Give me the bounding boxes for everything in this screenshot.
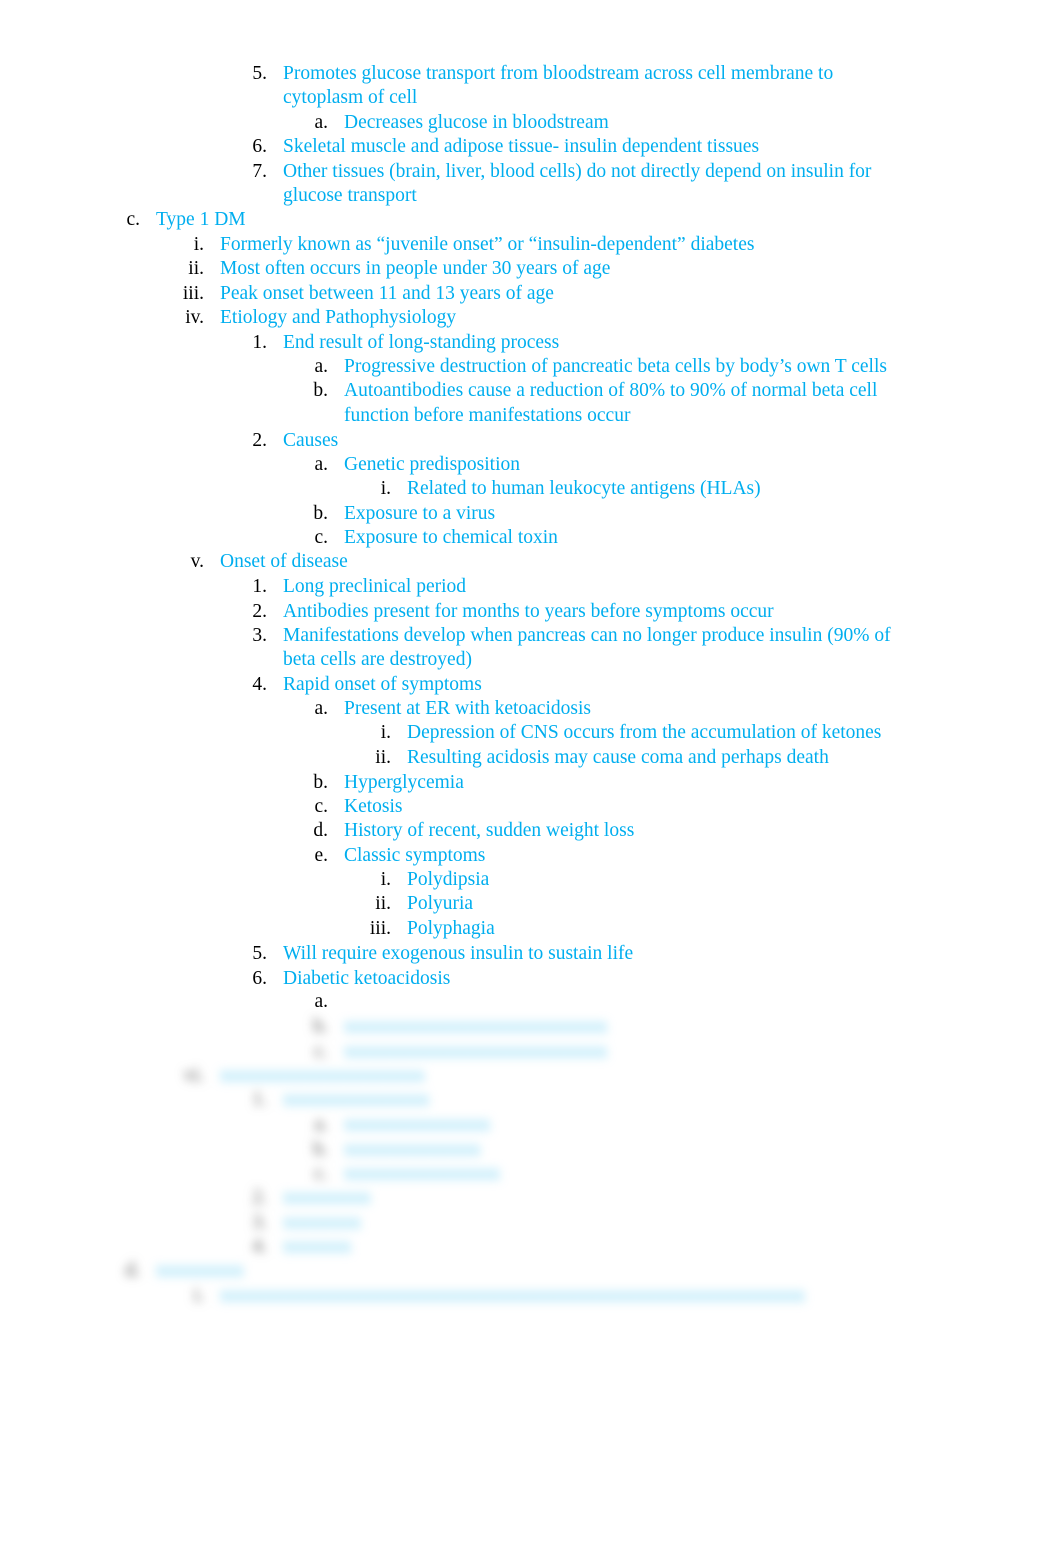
list-marker: 1.	[252, 332, 267, 353]
list-item-text: Depression of CNS occurs from the accumu…	[407, 722, 882, 743]
list-item-text: Ketosis	[344, 796, 403, 817]
list-item-text: Genetic predisposition	[344, 454, 521, 475]
list-marker: 3.	[252, 625, 267, 646]
list-marker: i.	[193, 1285, 204, 1306]
list-item-text: glucose transport	[283, 185, 417, 206]
list-marker: a.	[314, 454, 328, 475]
list-item-text: Long preclinical period	[283, 576, 467, 597]
list-marker: 4.	[252, 674, 267, 695]
list-item-text: Polyphagia	[407, 918, 495, 939]
list-marker: 2.	[252, 430, 267, 451]
list-marker: c.	[314, 1163, 328, 1184]
list-marker: d.	[313, 820, 328, 841]
list-item-text: Related to human leukocyte antigens (HLA…	[407, 478, 761, 499]
list-marker: c.	[314, 1041, 328, 1062]
list-item-text: Skeletal muscle and adipose tissue- insu…	[283, 136, 760, 157]
list-marker: 2.	[252, 601, 267, 622]
list-item-text: Polyuria	[407, 893, 474, 914]
list-item-text: xxxxxxxxxxxxxxx	[283, 1089, 430, 1110]
list-item-text: xxxxxxxxxxxxxxxxxxxxxxxxxxx	[344, 1016, 608, 1037]
list-item-text: Resulting acidosis may cause coma and pe…	[407, 747, 829, 768]
list-marker: ii.	[375, 747, 391, 768]
list-item-text: Autoantibodies cause a reduction of 80% …	[344, 380, 878, 401]
list-marker: 6.	[252, 968, 267, 989]
list-marker: b.	[313, 1016, 328, 1037]
list-item-text: Peak onset between 11 and 13 years of ag…	[220, 283, 554, 304]
list-item-text: xxxxxxxxxxxxxxxxxxxxx	[220, 1065, 425, 1086]
list-item-text: xxxxxxxxx	[283, 1187, 371, 1208]
list-marker: ii.	[188, 258, 204, 279]
list-item-text: Formerly known as “juvenile onset” or “i…	[220, 234, 755, 255]
list-item-text: xxxxxxxxx	[156, 1260, 244, 1281]
list-item-text: Promotes glucose transport from bloodstr…	[283, 63, 834, 84]
list-marker: 2.	[252, 1187, 267, 1208]
list-item-text: Most often occurs in people under 30 yea…	[220, 258, 611, 279]
list-marker: 7.	[252, 161, 267, 182]
list-item-text: xxxxxxxxxxxxxx	[344, 1139, 481, 1160]
list-item-text: xxxxxxxxxxxxxxxx	[344, 1163, 500, 1184]
list-marker: a.	[314, 356, 328, 377]
list-item-text: cytoplasm of cell	[283, 87, 418, 108]
list-item-text: Progressive destruction of pancreatic be…	[344, 356, 887, 377]
list-item-text: Etiology and Pathophysiology	[220, 307, 457, 328]
list-item-text: Exposure to a virus	[344, 503, 496, 524]
list-item-text: Classic symptoms	[344, 845, 486, 866]
list-item-text: beta cells are destroyed)	[283, 649, 472, 670]
list-item-text: xxxxxxxxxxxxxxxxxxxxxxxxxxx	[344, 1041, 608, 1062]
list-item-text: Onset of disease	[220, 551, 348, 572]
list-marker: ii.	[375, 893, 391, 914]
list-item-text: End result of long-standing process	[283, 332, 560, 353]
list-marker: d.	[125, 1260, 140, 1281]
list-marker: a.	[314, 1114, 328, 1135]
list-item-text: Antibodies present for months to years b…	[283, 601, 774, 622]
list-marker: b.	[313, 1139, 328, 1160]
list-item-text: Type 1 DM	[156, 209, 246, 230]
list-marker: i.	[380, 478, 391, 499]
list-marker: 4.	[252, 1236, 267, 1257]
list-item-text: Diabetic ketoacidosis	[283, 968, 451, 989]
list-marker: i.	[193, 234, 204, 255]
list-item-text: History of recent, sudden weight loss	[344, 820, 635, 841]
list-marker: i.	[380, 869, 391, 890]
list-marker: 1.	[252, 576, 267, 597]
list-item-text: xxxxxxxxxxxxxxxxxxxxxxxxxxxxxxxxxxxxxxxx…	[220, 1285, 805, 1306]
list-marker: c.	[126, 209, 140, 230]
list-marker: a.	[314, 991, 328, 1012]
list-marker: c.	[314, 527, 328, 548]
list-item-text: Polydipsia	[407, 869, 490, 890]
list-item-text: Present at ER with ketoacidosis	[344, 698, 591, 719]
list-marker: b.	[313, 772, 328, 793]
list-item-text: Decreases glucose in bloodstream	[344, 112, 609, 133]
list-item-text: function before manifestations occur	[344, 405, 631, 426]
list-item-text: xxxxxxxxxxxxxxx	[344, 1114, 491, 1135]
list-marker: 1.	[252, 1089, 267, 1110]
list-marker: 3.	[252, 1212, 267, 1233]
list-marker: iii.	[369, 918, 391, 939]
list-marker: vi.	[183, 1065, 204, 1086]
list-marker: 5.	[252, 943, 267, 964]
list-marker: b.	[313, 380, 328, 401]
list-marker: a.	[314, 112, 328, 133]
list-marker: e.	[314, 845, 328, 866]
list-marker: 6.	[252, 136, 267, 157]
list-item-text: Exposure to chemical toxin	[344, 527, 558, 548]
list-marker: a.	[314, 698, 328, 719]
list-marker: c.	[314, 796, 328, 817]
list-item-text: xxxxxxxx	[283, 1212, 361, 1233]
list-marker: iii.	[182, 283, 204, 304]
list-item-text: Causes	[283, 430, 339, 451]
list-item-text: Will require exogenous insulin to sustai…	[283, 943, 634, 964]
list-item-text: xxxxxxx	[283, 1236, 352, 1257]
list-marker: 5.	[252, 63, 267, 84]
list-item-text: Manifestations develop when pancreas can…	[283, 625, 891, 646]
list-item-text: Other tissues (brain, liver, blood cells…	[283, 161, 872, 182]
list-marker: iv.	[185, 307, 204, 328]
list-marker: v.	[190, 551, 204, 572]
list-item-text: Hyperglycemia	[344, 772, 464, 793]
list-marker: i.	[380, 722, 391, 743]
list-item-text: Rapid onset of symptoms	[283, 674, 482, 695]
list-marker: b.	[313, 503, 328, 524]
